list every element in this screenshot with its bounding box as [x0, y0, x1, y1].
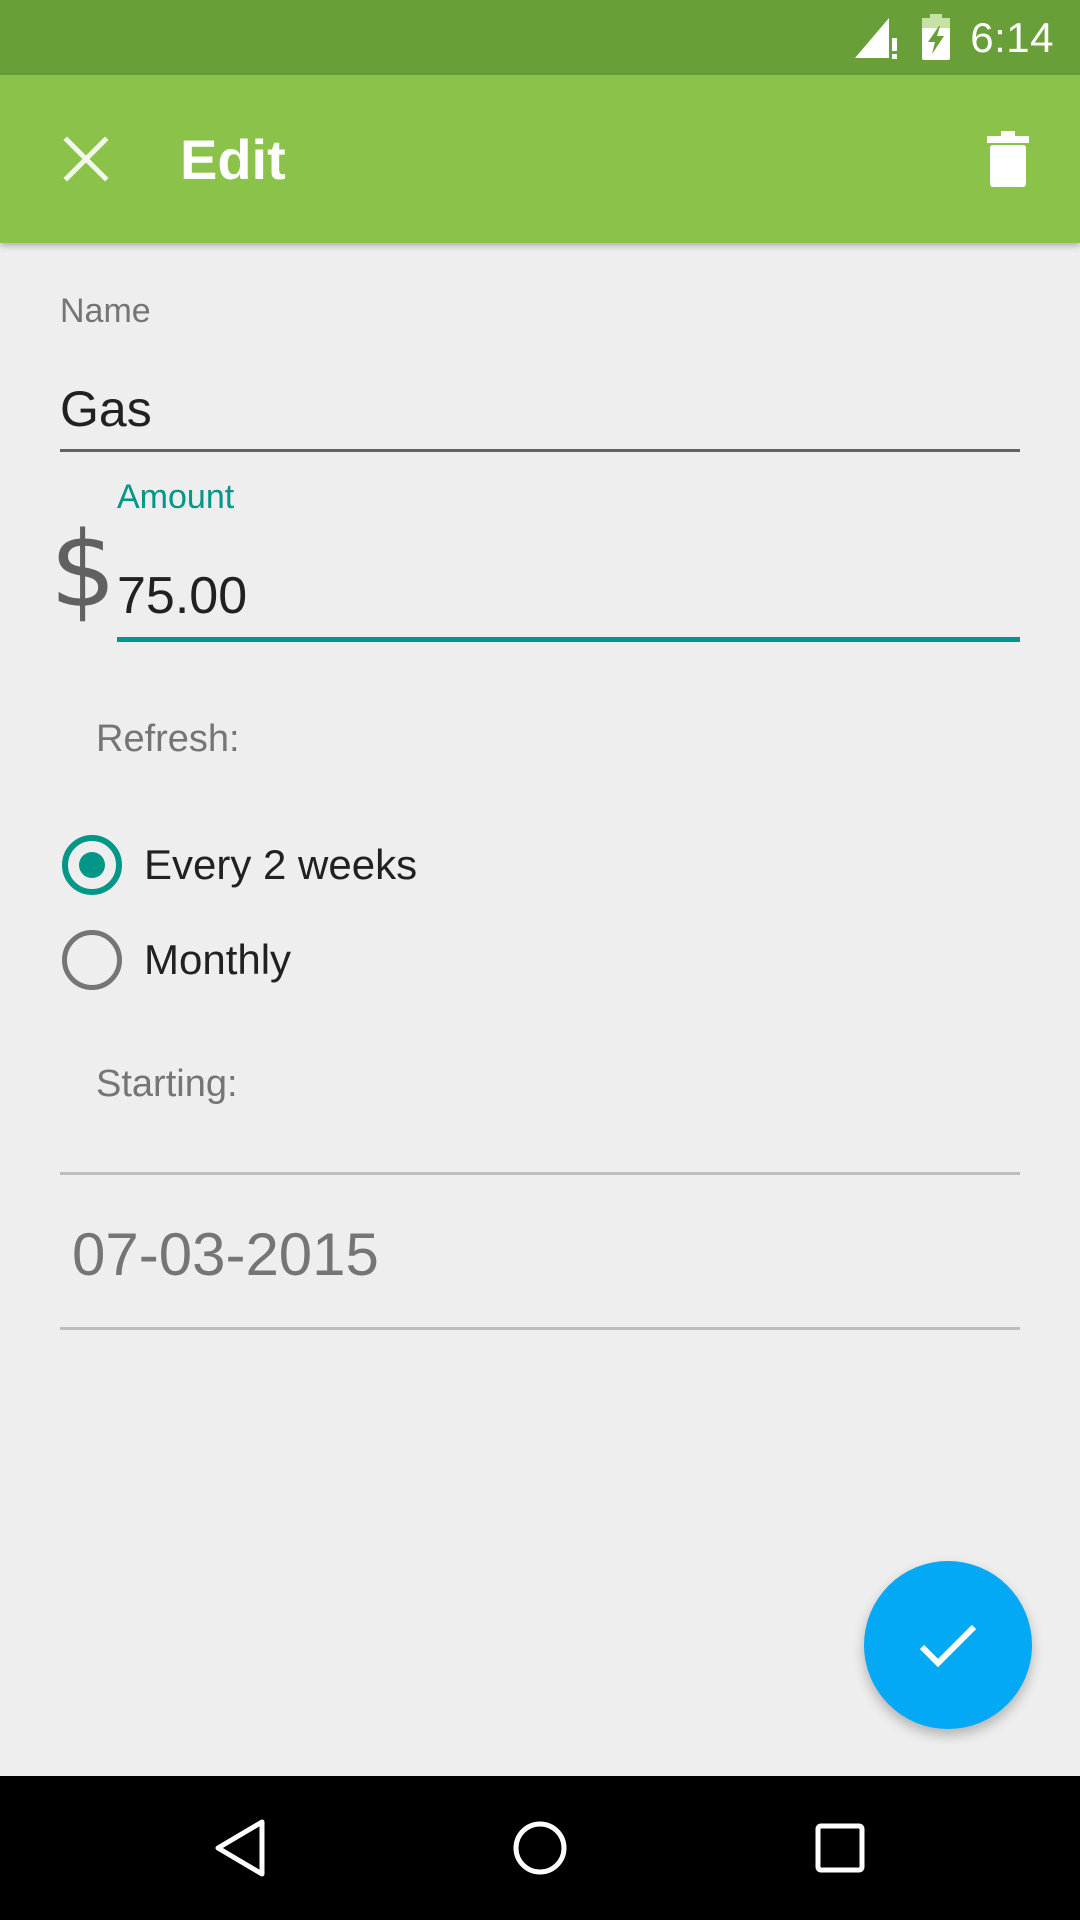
home-button[interactable] — [490, 1798, 590, 1898]
refresh-label: Refresh: — [96, 718, 240, 760]
amount-label: Amount — [117, 478, 235, 516]
home-icon — [513, 1821, 567, 1875]
navigation-bar — [0, 1776, 1080, 1920]
delete-button[interactable] — [968, 119, 1048, 199]
divider — [60, 1327, 1020, 1330]
status-bar: 6:14 — [0, 0, 1080, 75]
name-label: Name — [60, 292, 151, 330]
divider — [60, 1172, 1020, 1175]
radio-checked-icon[interactable] — [62, 835, 122, 895]
radio-label: Every 2 weeks — [144, 841, 418, 888]
battery-charging-icon — [922, 14, 950, 60]
recents-button[interactable] — [790, 1798, 890, 1898]
back-button[interactable] — [190, 1798, 290, 1898]
recents-icon — [815, 1823, 865, 1873]
radio-label: Monthly — [144, 936, 292, 983]
check-icon — [919, 1624, 977, 1668]
radio-unchecked-icon[interactable] — [62, 930, 122, 990]
radio-every-2-weeks[interactable]: Every 2 weeks — [62, 825, 562, 905]
save-button[interactable] — [864, 1561, 1032, 1729]
app-bar: Edit — [0, 75, 1080, 243]
delete-icon — [987, 131, 1029, 187]
currency-symbol: $ — [50, 509, 117, 631]
amount-input[interactable]: 75.00 — [117, 562, 1020, 642]
close-icon — [63, 136, 109, 182]
starting-label: Starting: — [96, 1063, 238, 1105]
page-title: Edit — [180, 128, 286, 191]
status-time: 6:14 — [970, 14, 1054, 61]
back-icon — [215, 1819, 265, 1877]
close-button[interactable] — [48, 121, 124, 197]
name-input[interactable]: Gas — [60, 376, 1020, 452]
start-date-field[interactable]: 07-03-2015 — [72, 1220, 379, 1289]
radio-monthly[interactable]: Monthly — [62, 920, 562, 1000]
signal-alert-icon — [855, 18, 897, 59]
